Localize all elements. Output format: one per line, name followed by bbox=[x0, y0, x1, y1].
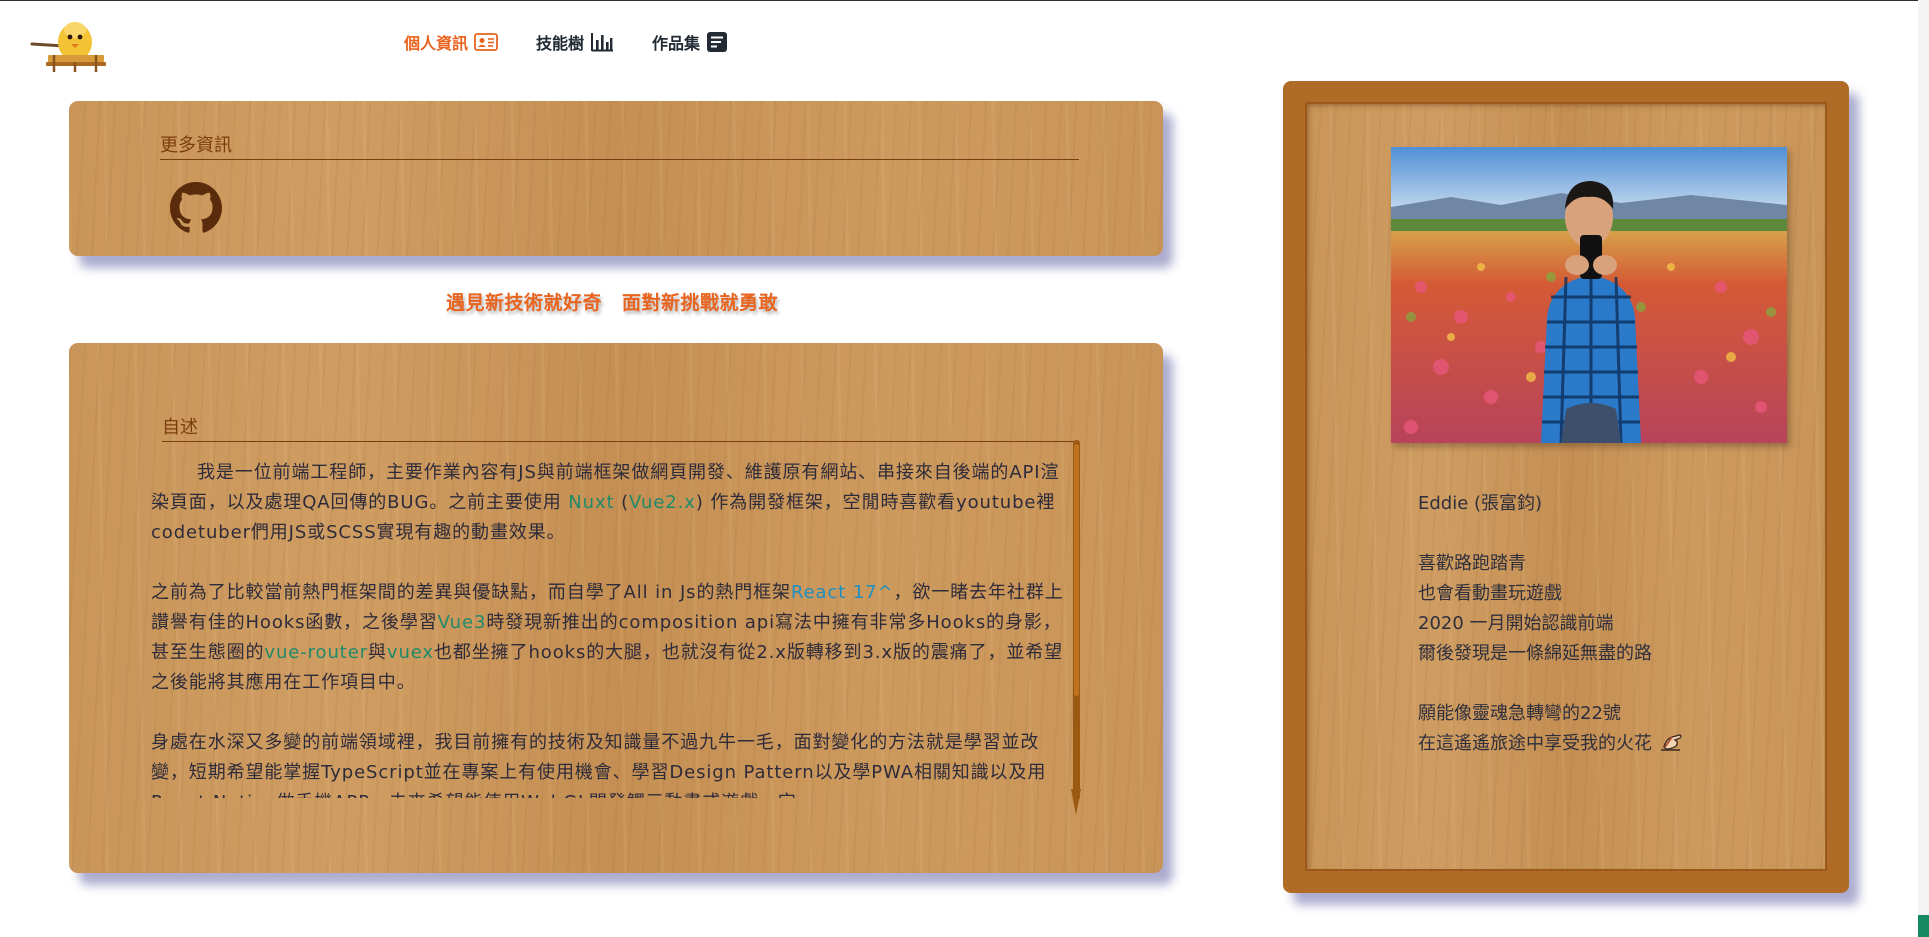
nav-item-portfolio-label: 作品集 bbox=[652, 34, 701, 53]
scrollbar-marker bbox=[1918, 915, 1929, 937]
about-text-scroll-area[interactable]: 我是一位前端工程師，主要作業內容有JS與前端框架做網頁開發、維護原有網站、串接來… bbox=[151, 458, 1075, 798]
about-paragraph-2: 之前為了比較當前熱門框架間的差異與優缺點，而自學了All in Js的熱門框架R… bbox=[151, 578, 1075, 698]
nav-item-profile-label: 個人資訊 bbox=[404, 34, 469, 53]
nuxt-highlight: Nuxt bbox=[568, 492, 615, 513]
more-info-panel: 更多資訊 bbox=[69, 101, 1163, 256]
writing-hand-icon bbox=[1661, 734, 1682, 751]
about-paragraph-3: 身處在水深又多變的前端領域裡，我目前擁有的技術及知識量不過九牛一毛，面對變化的方… bbox=[151, 732, 1047, 798]
bio-line-3: 2020 一月開始認識前端 bbox=[1418, 613, 1614, 634]
bio-spacer-1 bbox=[1418, 519, 1684, 549]
document-icon bbox=[707, 32, 728, 52]
nav-item-skills-label: 技能樹 bbox=[536, 34, 585, 53]
nav-item-profile[interactable]: 個人資訊 bbox=[404, 30, 498, 54]
about-title: 自述 bbox=[162, 413, 1079, 442]
profile-frame: Eddie (張富鈞) 喜歡路跑踏青 也會看動畫玩遊戲 2020 一月開始認識前… bbox=[1283, 81, 1849, 893]
bio-line-6: 在這遙遙旅途中享受我的火花 bbox=[1418, 729, 1684, 759]
slogan-part-2: 面對新挑戰就勇敢 bbox=[622, 292, 779, 314]
vue2-highlight: Vue2.x bbox=[629, 492, 696, 513]
bio-line-6-text: 在這遙遙旅途中享受我的火花 bbox=[1418, 733, 1652, 754]
about-p1-text-2: ( bbox=[614, 492, 630, 513]
id-card-icon bbox=[474, 33, 498, 51]
slogan-part-1: 遇見新技術就好奇 bbox=[446, 292, 603, 314]
react-highlight: React 17^ bbox=[790, 582, 894, 603]
vue-router-highlight: vue-router bbox=[264, 642, 368, 663]
main-nav: 個人資訊 技能樹 作品集 bbox=[404, 30, 728, 54]
nav-item-skills[interactable]: 技能樹 bbox=[536, 30, 614, 54]
about-scrollbar-tip bbox=[1071, 789, 1081, 815]
profile-bio: Eddie (張富鈞) 喜歡路跑踏青 也會看動畫玩遊戲 2020 一月開始認識前… bbox=[1418, 489, 1684, 759]
profile-card: Eddie (張富鈞) 喜歡路跑踏青 也會看動畫玩遊戲 2020 一月開始認識前… bbox=[1305, 102, 1827, 871]
vuex-highlight: vuex bbox=[386, 642, 434, 663]
profile-photo bbox=[1391, 147, 1787, 443]
bio-line-4: 爾後發現是一條綿延無盡的路 bbox=[1418, 643, 1652, 664]
bio-spacer-2 bbox=[1418, 669, 1684, 699]
slogan: 遇見新技術就好奇 面對新挑戰就勇敢 bbox=[446, 288, 798, 315]
bio-line-5: 願能像靈魂急轉彎的22號 bbox=[1418, 703, 1621, 724]
about-p2-text-4: 與 bbox=[368, 642, 387, 663]
bio-line-1: 喜歡路跑踏青 bbox=[1418, 553, 1526, 574]
bio-line-2: 也會看動畫玩遊戲 bbox=[1418, 583, 1562, 604]
about-scrollbar-thumb[interactable] bbox=[1074, 444, 1079, 696]
about-p2-text-1: 之前為了比較當前熱門框架間的差異與優缺點，而自學了All in Js的熱門框架 bbox=[151, 582, 791, 603]
logo-chick-icon[interactable] bbox=[28, 18, 110, 74]
about-paragraph-1: 我是一位前端工程師，主要作業內容有JS與前端框架做網頁開發、維護原有網站、串接來… bbox=[151, 458, 1075, 548]
page-scrollbar[interactable] bbox=[1918, 0, 1929, 937]
bar-chart-icon bbox=[591, 33, 614, 52]
vue3-highlight: Vue3 bbox=[437, 612, 487, 633]
about-panel: 自述 我是一位前端工程師，主要作業內容有JS與前端框架做網頁開發、維護原有網站、… bbox=[69, 343, 1163, 873]
more-info-title: 更多資訊 bbox=[160, 131, 1079, 160]
profile-name: Eddie (張富鈞) bbox=[1418, 493, 1543, 514]
window-top-border bbox=[0, 0, 1929, 1]
nav-item-portfolio[interactable]: 作品集 bbox=[652, 30, 728, 54]
github-icon[interactable] bbox=[170, 182, 222, 234]
